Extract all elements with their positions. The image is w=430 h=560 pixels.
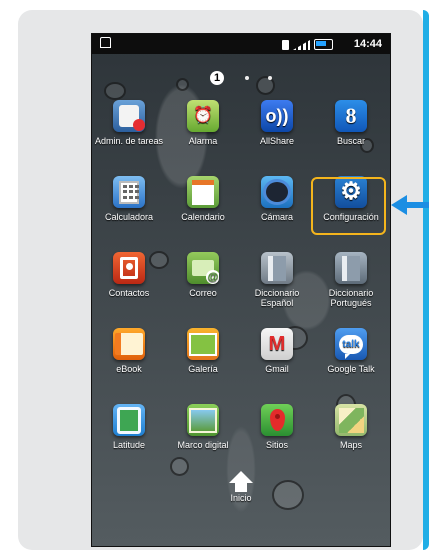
ebook-icon [113,328,145,360]
calendar-icon [187,176,219,208]
app-buscar[interactable]: 8 Buscar [314,92,388,168]
app-label: Sitios [265,440,288,450]
app-label: Google Talk [327,364,375,374]
maps-icon [335,404,367,436]
app-label: Calendario [181,212,225,222]
home-page-indicator[interactable]: 1 [210,71,290,85]
gmail-icon: M [261,328,293,360]
home-icon [229,471,253,492]
app-label: Latitude [112,440,146,450]
mail-icon [187,252,219,284]
calculator-icon [113,176,145,208]
raindrop [176,78,189,91]
app-label: eBook [116,364,142,374]
camera-icon [261,176,293,208]
app-marco-digital[interactable]: Marco digital [166,396,240,472]
digital-frame-icon [187,404,219,436]
places-pin-icon [261,404,293,436]
app-label: Cámara [260,212,293,222]
app-label: Admin. de tareas [94,136,164,146]
app-gmail[interactable]: M Gmail [240,320,314,396]
app-label: Gmail [265,364,289,374]
signal-icon [293,40,310,50]
app-label: Buscar [336,136,365,146]
app-google-talk[interactable]: talk Google Talk [314,320,388,396]
app-label: AllShare [259,136,295,146]
app-label: Alarma [188,136,218,146]
contacts-icon [113,252,145,284]
dictionary-icon [261,252,293,284]
current-page-indicator: 1 [210,71,224,85]
app-label: Diccionario Portugués [328,288,374,308]
panel-accent-edge [423,10,429,550]
callout-arrow-icon [391,195,429,215]
home-status-icon [100,37,111,48]
google-talk-icon: talk [335,328,367,360]
app-camara[interactable]: Cámara [240,168,314,244]
task-manager-icon [113,100,145,132]
google-search-icon: 8 [335,100,367,132]
app-maps[interactable]: Maps [314,396,388,472]
status-icons [282,38,338,50]
latitude-icon [113,404,145,436]
sim-icon [282,40,289,50]
app-diccionario-portugues[interactable]: Diccionario Portugués [314,244,388,320]
battery-icon [314,39,333,50]
app-label: Calculadora [104,212,154,222]
app-ebook[interactable]: eBook [92,320,166,396]
app-label: Marco digital [177,440,229,450]
status-bar: 14:44 [92,34,390,54]
talk-bubble: talk [339,334,363,359]
android-home-screen: 14:44 1 Admin. de tareas ⏰ Alarma o)) AllS… [92,34,390,546]
app-calculadora[interactable]: Calculadora [92,168,166,244]
app-label: Maps [339,440,362,450]
allshare-icon: o)) [261,100,293,132]
home-label: Inicio [230,493,252,503]
status-time: 14:44 [353,38,382,50]
page-dot [245,76,249,80]
app-allshare[interactable]: o)) AllShare [240,92,314,168]
gallery-icon [187,328,219,360]
app-grid: Admin. de tareas ⏰ Alarma o)) AllShare 8 Bu… [92,92,390,474]
page-dot [268,76,272,80]
app-latitude[interactable]: Latitude [92,396,166,472]
app-label: Contactos [108,288,150,298]
configuration-highlight-box [311,177,386,235]
app-diccionario-espanol[interactable]: Diccionario Español [240,244,314,320]
app-alarma[interactable]: ⏰ Alarma [166,92,240,168]
app-label: Correo [189,288,217,298]
app-admin-de-tareas[interactable]: Admin. de tareas [92,92,166,168]
app-correo[interactable]: Correo [166,244,240,320]
app-sitios[interactable]: Sitios [240,396,314,472]
raindrop [272,480,304,510]
app-contactos[interactable]: Contactos [92,244,166,320]
app-galeria[interactable]: Galería [166,320,240,396]
app-calendario[interactable]: Calendario [166,168,240,244]
home-dock-button[interactable]: Inicio [216,471,266,514]
alarm-clock-icon: ⏰ [187,100,219,132]
dictionary-icon [335,252,367,284]
app-label: Galería [188,364,218,374]
app-label: Diccionario Español [254,288,300,308]
